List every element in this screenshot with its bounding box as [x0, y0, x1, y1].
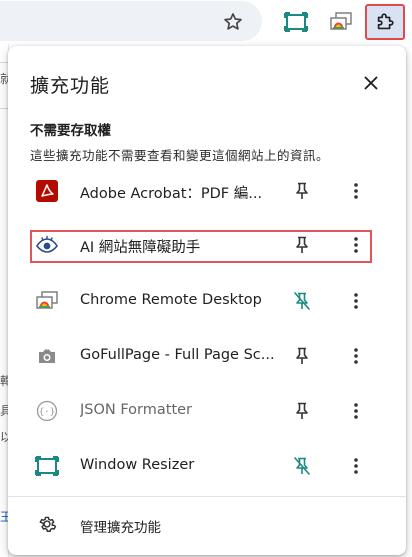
browser-window: 就 轉 具 以 王 擴充功能 不需要存取權 這些擴充功能不需要查看和變更這個網站…	[0, 0, 412, 557]
extension-name: JSON Formatter	[80, 402, 193, 418]
pin-button[interactable]	[289, 343, 315, 369]
pin-button[interactable]	[289, 178, 315, 204]
remote-desktop-icon	[35, 289, 59, 313]
json-braces-icon: {·}	[35, 399, 59, 423]
background-page-right	[406, 44, 412, 557]
more-options-button[interactable]	[343, 232, 369, 258]
manage-extensions-label: 管理擴充功能	[80, 520, 161, 536]
pin-icon	[296, 347, 308, 364]
unpin-button[interactable]	[289, 288, 315, 314]
extension-name: GoFullPage - Full Page Sc...	[80, 347, 275, 363]
eye-icon	[35, 233, 59, 257]
gear-icon	[36, 513, 58, 535]
unpin-button[interactable]	[289, 453, 315, 479]
adobe-acrobat-icon	[35, 179, 59, 203]
extension-row-adobe-acrobat[interactable]: Adobe Acrobat：PDF 編...	[8, 165, 406, 219]
window-resizer-toolbar-icon[interactable]	[282, 8, 310, 36]
extensions-popup: 擴充功能 不需要存取權 這些擴充功能不需要查看和變更這個網站上的資訊。 Adob…	[8, 46, 406, 555]
more-options-button[interactable]	[343, 453, 369, 479]
extension-row-gofullpage[interactable]: GoFullPage - Full Page Sc...	[8, 330, 406, 384]
manage-extensions-button[interactable]: 管理擴充功能	[8, 504, 406, 546]
more-options-button[interactable]	[343, 288, 369, 314]
bookmark-star-icon[interactable]	[220, 9, 246, 35]
close-button[interactable]	[356, 68, 386, 98]
more-vert-icon	[354, 348, 358, 364]
pin-icon	[296, 402, 308, 419]
more-vert-icon	[354, 458, 358, 474]
pin-icon	[296, 182, 308, 199]
extension-row-json-formatter[interactable]: {·} JSON Formatter	[8, 385, 406, 439]
more-options-button[interactable]	[343, 343, 369, 369]
more-vert-icon	[354, 183, 358, 199]
extension-row-window-resizer[interactable]: Window Resizer	[8, 440, 406, 494]
window-resize-icon	[35, 454, 59, 478]
extension-name: Window Resizer	[80, 457, 195, 473]
section-description: 這些擴充功能不需要查看和變更這個網站上的資訊。	[30, 148, 330, 163]
svg-text:{·}: {·}	[39, 408, 55, 418]
pinned-icon	[294, 457, 310, 475]
pin-icon	[296, 236, 308, 253]
pinned-icon	[294, 292, 310, 310]
footer-divider	[8, 496, 406, 497]
camera-icon	[35, 344, 59, 368]
pin-button[interactable]	[289, 232, 315, 258]
popup-title: 擴充功能	[30, 75, 111, 97]
remote-desktop-toolbar-icon[interactable]	[327, 8, 355, 36]
extension-row-ai-accessibility[interactable]: AI 網站無障礙助手	[8, 219, 406, 273]
more-vert-icon	[354, 293, 358, 309]
extension-name: AI 網站無障礙助手	[80, 240, 201, 256]
more-vert-icon	[354, 403, 358, 419]
close-icon	[364, 76, 378, 90]
more-options-button[interactable]	[343, 398, 369, 424]
more-options-button[interactable]	[343, 178, 369, 204]
extension-row-chrome-remote-desktop[interactable]: Chrome Remote Desktop	[8, 275, 406, 329]
more-vert-icon	[354, 237, 358, 253]
extension-name: Adobe Acrobat：PDF 編...	[80, 186, 263, 202]
extension-name: Chrome Remote Desktop	[80, 292, 262, 308]
pin-button[interactable]	[289, 398, 315, 424]
section-heading: 不需要存取權	[30, 123, 111, 139]
browser-toolbar	[0, 0, 412, 44]
extensions-puzzle-icon[interactable]	[365, 4, 405, 40]
